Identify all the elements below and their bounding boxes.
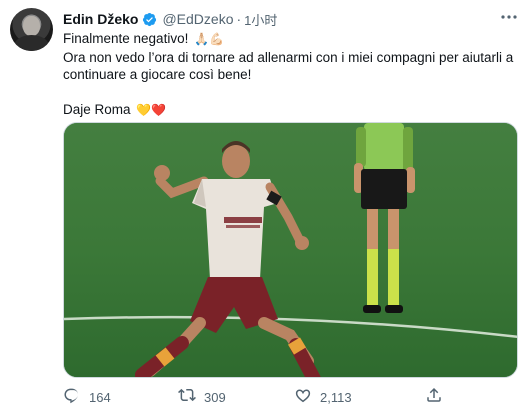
retweet-button[interactable]: 309 [178, 386, 226, 408]
emoji-hands: 🙏🏻💪🏻 [194, 32, 224, 46]
timestamp[interactable]: 1小时 [244, 10, 277, 29]
more-options-icon[interactable] [500, 10, 518, 24]
separator-dot: · [236, 11, 242, 27]
tweet-image[interactable] [63, 122, 518, 378]
like-count: 2,113 [320, 389, 352, 405]
author-handle[interactable]: @EdDzeko [162, 11, 233, 27]
avatar-shoulders [14, 35, 49, 51]
emoji-hearts: 💛❤️ [136, 103, 167, 117]
avatar[interactable] [10, 8, 53, 51]
tweet-line-1-text: Finalmente negativo! [63, 31, 189, 46]
tweet: Edin Džeko @EdDzeko · 1小时 Finalmente neg… [0, 0, 530, 416]
tweet-header: Edin Džeko @EdDzeko · 1小时 [63, 10, 277, 28]
like-button[interactable]: 2,113 [294, 386, 352, 408]
share-button[interactable] [425, 386, 443, 408]
tweet-line-5: Daje Roma 💛❤️ [63, 101, 518, 120]
reply-button[interactable]: 164 [63, 386, 111, 408]
reply-count: 164 [89, 389, 111, 405]
tweet-line-2: Ora non vedo l’ora di tornare ad allenar… [63, 49, 514, 65]
share-icon [425, 386, 443, 409]
retweet-icon [178, 386, 196, 409]
tweet-text: Finalmente negativo! 🙏🏻💪🏻 Ora non vedo l… [63, 30, 518, 120]
retweet-count: 309 [204, 389, 226, 405]
like-icon [294, 386, 312, 409]
reply-icon [63, 386, 81, 409]
tweet-line-1: Finalmente negativo! 🙏🏻💪🏻 [63, 30, 518, 49]
verified-badge-icon [142, 12, 157, 27]
tweet-line-3: continuare a giocare così bene! [63, 67, 252, 82]
daje-roma-text: Daje Roma [63, 102, 131, 117]
tweet-photo [64, 123, 517, 377]
author-name[interactable]: Edin Džeko [63, 11, 138, 27]
tweet-line-blank [63, 84, 518, 102]
tweet-actions: 164 309 2,113 [63, 386, 518, 408]
avatar-face [23, 16, 40, 36]
